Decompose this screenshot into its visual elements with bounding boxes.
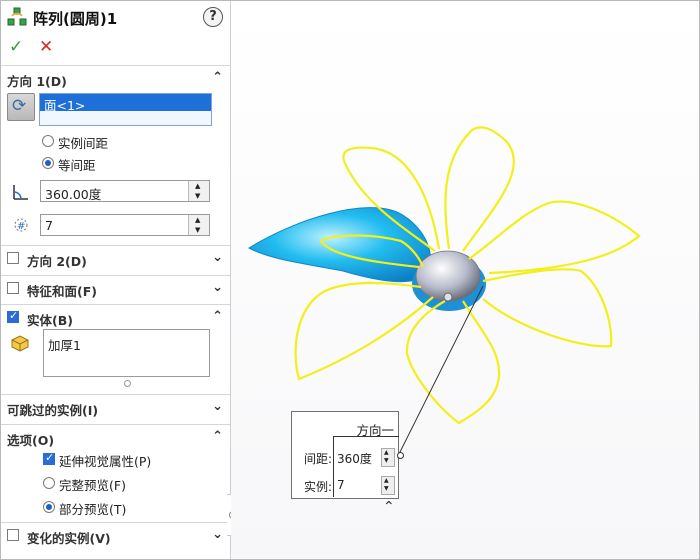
chevron-up-icon[interactable]: ⌃ (383, 499, 395, 515)
spin-down-icon[interactable]: ▼ (384, 485, 389, 492)
callout-anchor-point[interactable] (397, 452, 404, 459)
direction-callout: 方向一 间距: 360度 ▲ ▼ 实例: 7 ▲ ▼ (291, 411, 399, 499)
spin-up-icon[interactable]: ▲ (384, 477, 389, 484)
callout-spacing-value[interactable]: 360度 (337, 450, 372, 467)
spin-down-icon[interactable]: ▼ (384, 457, 389, 464)
app-window: 阵列(圆周)1 ? ✓ ✕ 方向 1(D) ⌃ ⟳ 面<1> 实例间距 等间距 (0, 0, 700, 560)
spin-up-icon[interactable]: ▲ (384, 449, 389, 456)
callout-count-label: 实例: (304, 480, 333, 494)
callout-spacing-spin[interactable]: ▲ ▼ (381, 448, 395, 467)
preview-blade-3 (468, 200, 641, 275)
callout-count-value[interactable]: 7 (337, 478, 345, 492)
axis-point[interactable] (443, 292, 453, 302)
callout-count-spin[interactable]: ▲ ▼ (381, 476, 395, 495)
selected-blade-body[interactable] (248, 207, 431, 283)
callout-leader-line (398, 285, 484, 455)
preview-blade-5 (405, 300, 501, 425)
callout-spacing-label: 间距: (304, 452, 333, 466)
preview-blade-4 (482, 268, 613, 348)
